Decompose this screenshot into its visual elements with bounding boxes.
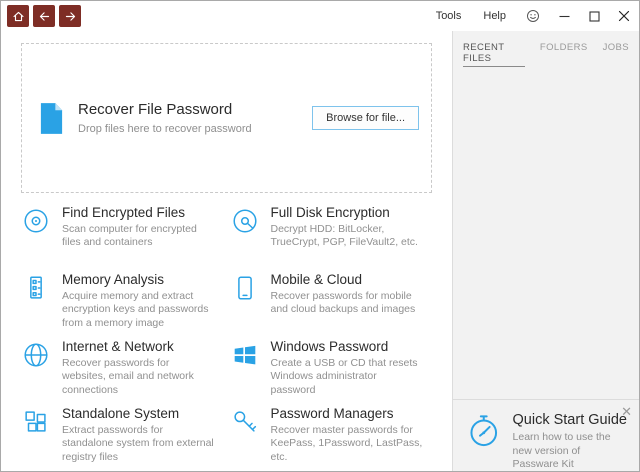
- feature-title: Password Managers: [271, 406, 423, 421]
- registry-icon: [21, 406, 53, 442]
- document-icon: [38, 102, 65, 135]
- hard-drive-icon: [230, 205, 262, 241]
- browse-button[interactable]: Browse for file...: [312, 106, 419, 130]
- feature-desc: Scan computer for encrypted files and co…: [62, 223, 214, 250]
- app-window: Tools Help: [0, 0, 640, 472]
- memory-icon: [21, 272, 53, 308]
- home-icon: [12, 10, 25, 23]
- feature-desc: Create a USB or CD that resets Windows a…: [271, 357, 423, 397]
- feature-internet-network[interactable]: Internet & Network Recover passwords for…: [21, 339, 230, 406]
- back-button[interactable]: [33, 5, 55, 27]
- feature-desc: Recover passwords for mobile and cloud b…: [271, 290, 423, 317]
- feature-desc: Extract passwords for standalone system …: [62, 424, 214, 464]
- feature-windows-password[interactable]: Windows Password Create a USB or CD that…: [230, 339, 439, 406]
- stopwatch-icon: [465, 412, 503, 450]
- feature-memory-analysis[interactable]: Memory Analysis Acquire memory and extra…: [21, 272, 230, 339]
- tab-jobs[interactable]: JOBS: [603, 42, 629, 67]
- tools-menu[interactable]: Tools: [425, 1, 473, 31]
- globe-icon: [21, 339, 53, 375]
- quickstart-title: Quick Start Guide: [513, 412, 629, 428]
- tab-recent-files[interactable]: RECENT FILES: [463, 42, 525, 67]
- quickstart-text: Quick Start Guide Learn how to use the n…: [513, 412, 629, 472]
- feature-grid: Find Encrypted Files Scan computer for e…: [1, 193, 452, 471]
- main-panel: Recover File Password Drop files here to…: [1, 31, 452, 471]
- home-button[interactable]: [7, 5, 29, 27]
- help-menu[interactable]: Help: [472, 1, 517, 31]
- feature-mobile-cloud[interactable]: Mobile & Cloud Recover passwords for mob…: [230, 272, 439, 339]
- mobile-icon: [230, 272, 262, 308]
- maximize-icon: [589, 11, 600, 22]
- quickstart-desc: Learn how to use the new version of Pass…: [513, 431, 629, 472]
- recent-files-list: [453, 74, 639, 399]
- feature-title: Mobile & Cloud: [271, 272, 423, 287]
- feedback-button[interactable]: [517, 1, 549, 31]
- sidebar-tabs: RECENT FILES FOLDERS JOBS: [453, 31, 639, 74]
- dropzone-text: Recover File Password Drop files here to…: [78, 101, 312, 135]
- dropzone-subtitle: Drop files here to recover password: [78, 123, 312, 135]
- quick-start-guide-panel[interactable]: Quick Start Guide Learn how to use the n…: [453, 399, 639, 471]
- feature-full-disk-encryption[interactable]: Full Disk Encryption Decrypt HDD: BitLoc…: [230, 205, 439, 272]
- key-icon: [230, 406, 262, 442]
- feature-password-managers[interactable]: Password Managers Recover master passwor…: [230, 406, 439, 471]
- feature-title: Find Encrypted Files: [62, 205, 214, 220]
- titlebar-right: Tools Help: [425, 1, 639, 31]
- feature-find-encrypted-files[interactable]: Find Encrypted Files Scan computer for e…: [21, 205, 230, 272]
- file-dropzone[interactable]: Recover File Password Drop files here to…: [21, 43, 432, 193]
- feature-desc: Acquire memory and extract encryption ke…: [62, 290, 214, 330]
- feature-title: Internet & Network: [62, 339, 214, 354]
- maximize-button[interactable]: [579, 1, 609, 31]
- close-button[interactable]: [609, 1, 639, 31]
- close-icon: [618, 10, 630, 22]
- forward-button[interactable]: [59, 5, 81, 27]
- feature-desc: Decrypt HDD: BitLocker, TrueCrypt, PGP, …: [271, 223, 423, 250]
- forward-arrow-icon: [64, 10, 77, 23]
- content: Recover File Password Drop files here to…: [1, 31, 639, 471]
- quickstart-close-icon[interactable]: ✕: [621, 405, 632, 418]
- feature-title: Memory Analysis: [62, 272, 214, 287]
- nav-buttons: [7, 5, 81, 27]
- dropzone-title: Recover File Password: [78, 101, 312, 118]
- minimize-icon: [559, 11, 570, 22]
- feature-title: Windows Password: [271, 339, 423, 354]
- tab-folders[interactable]: FOLDERS: [540, 42, 588, 67]
- windows-icon: [230, 339, 262, 375]
- minimize-button[interactable]: [549, 1, 579, 31]
- back-arrow-icon: [38, 10, 51, 23]
- disc-icon: [21, 205, 53, 241]
- sidebar: RECENT FILES FOLDERS JOBS Quick Start Gu…: [452, 31, 639, 471]
- feature-standalone-system[interactable]: Standalone System Extract passwords for …: [21, 406, 230, 471]
- smiley-icon: [526, 9, 540, 23]
- feature-title: Full Disk Encryption: [271, 205, 423, 220]
- titlebar: Tools Help: [1, 1, 639, 31]
- feature-desc: Recover passwords for websites, email an…: [62, 357, 214, 397]
- feature-title: Standalone System: [62, 406, 214, 421]
- feature-desc: Recover master passwords for KeePass, 1P…: [271, 424, 423, 464]
